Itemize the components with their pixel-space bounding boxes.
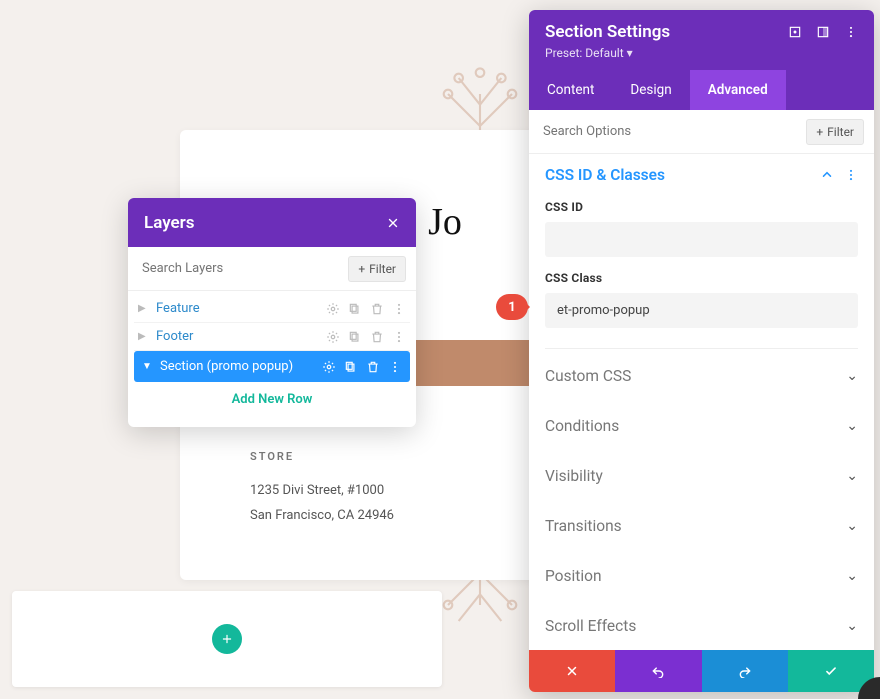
duplicate-icon[interactable] — [348, 301, 362, 316]
layers-header: Layers — [128, 198, 416, 247]
add-new-row-button[interactable]: Add New Row — [134, 382, 410, 417]
group-title: CSS ID & Classes — [545, 166, 665, 184]
chevron-down-icon: ⌄ — [846, 618, 858, 634]
chevron-down-icon: ⌄ — [846, 468, 858, 484]
layer-label[interactable]: Footer — [156, 329, 320, 344]
section-settings-panel: Section Settings Preset: Default ▾ Conte… — [529, 10, 874, 692]
expand-icon[interactable] — [816, 24, 830, 40]
css-id-input[interactable] — [545, 222, 858, 257]
gear-icon[interactable] — [326, 301, 340, 316]
layer-row-selected[interactable]: ▼ Section (promo popup) — [134, 351, 410, 382]
duplicate-icon[interactable] — [344, 359, 358, 374]
settings-title: Section Settings — [545, 22, 670, 42]
redo-icon — [738, 664, 752, 678]
layers-title: Layers — [144, 213, 195, 233]
add-section-bar — [12, 591, 442, 687]
section-transitions[interactable]: Transitions⌄ — [529, 501, 874, 551]
settings-tabs: Content Design Advanced — [529, 70, 874, 110]
chevron-down-icon: ⌄ — [846, 568, 858, 584]
preset-dropdown[interactable]: Preset: Default ▾ — [545, 46, 858, 60]
css-class-field: CSS Class — [529, 261, 874, 332]
more-icon[interactable] — [844, 168, 858, 183]
store-column: STORE 1235 Divi Street, #1000 San Franci… — [250, 450, 394, 528]
trash-icon[interactable] — [370, 329, 384, 344]
store-line1: 1235 Divi Street, #1000 — [250, 479, 394, 504]
plus-small-icon: + — [358, 262, 365, 276]
plus-small-icon: + — [816, 125, 823, 139]
css-id-label: CSS ID — [545, 200, 858, 214]
duplicate-icon[interactable] — [348, 329, 362, 344]
settings-filter-label: Filter — [827, 125, 854, 139]
chevron-down-icon: ⌄ — [846, 368, 858, 384]
settings-filter-button[interactable]: + Filter — [806, 119, 864, 145]
more-icon[interactable] — [388, 359, 402, 374]
tab-content[interactable]: Content — [529, 70, 612, 110]
undo-button[interactable] — [615, 650, 701, 692]
tab-advanced[interactable]: Advanced — [690, 70, 786, 110]
gear-icon[interactable] — [322, 359, 336, 374]
trash-icon[interactable] — [366, 359, 380, 374]
section-visibility[interactable]: Visibility⌄ — [529, 451, 874, 501]
settings-body: CSS ID & Classes CSS ID CSS Class Custom… — [529, 154, 874, 650]
add-section-button[interactable] — [212, 624, 242, 654]
section-custom-css[interactable]: Custom CSS⌄ — [529, 351, 874, 401]
section-conditions[interactable]: Conditions⌄ — [529, 401, 874, 451]
layer-row[interactable]: ▶ Footer — [134, 323, 410, 351]
layers-filter-button[interactable]: + Filter — [348, 256, 406, 282]
store-line2: San Francisco, CA 24946 — [250, 504, 394, 529]
caret-right-icon: ▶ — [138, 331, 150, 342]
tab-design[interactable]: Design — [612, 70, 689, 110]
css-id-field: CSS ID — [529, 190, 874, 261]
layers-list: ▶ Feature ▶ Footer ▼ Section (promo popu… — [128, 291, 416, 427]
gear-icon[interactable] — [326, 329, 340, 344]
redo-button[interactable] — [702, 650, 788, 692]
layer-label[interactable]: Feature — [156, 301, 320, 316]
store-heading: STORE — [250, 450, 394, 463]
settings-search-row: + Filter — [529, 110, 874, 154]
chevron-down-icon: ⌄ — [846, 518, 858, 534]
settings-footer — [529, 650, 874, 692]
trash-icon[interactable] — [370, 301, 384, 316]
undo-icon — [651, 664, 665, 678]
collapse-icon[interactable] — [820, 168, 834, 183]
plus-icon — [220, 632, 234, 646]
settings-header: Section Settings Preset: Default ▾ — [529, 10, 874, 70]
layers-close-button[interactable] — [386, 212, 400, 233]
more-icon[interactable] — [392, 301, 406, 316]
layers-filter-label: Filter — [369, 262, 396, 276]
layer-row[interactable]: ▶ Feature — [134, 295, 410, 323]
more-icon[interactable] — [392, 329, 406, 344]
discard-button[interactable] — [529, 650, 615, 692]
css-class-label: CSS Class — [545, 271, 858, 285]
responsive-preview-icon[interactable] — [788, 24, 802, 40]
more-icon[interactable] — [844, 24, 858, 40]
settings-search-input[interactable] — [539, 118, 798, 145]
section-scroll-effects[interactable]: Scroll Effects⌄ — [529, 601, 874, 650]
layers-search-row: + Filter — [128, 247, 416, 291]
divider — [545, 348, 858, 349]
callout-pin-1: 1 — [496, 294, 528, 320]
caret-right-icon: ▶ — [138, 303, 150, 314]
section-position[interactable]: Position⌄ — [529, 551, 874, 601]
close-icon — [565, 664, 579, 678]
layer-label[interactable]: Section (promo popup) — [160, 359, 316, 374]
layers-panel: Layers + Filter ▶ Feature ▶ Footer — [128, 198, 416, 427]
chevron-down-icon: ⌄ — [846, 418, 858, 434]
layers-search-input[interactable] — [138, 255, 340, 282]
css-class-input[interactable] — [545, 293, 858, 328]
check-icon — [824, 664, 838, 678]
group-css-id-classes[interactable]: CSS ID & Classes — [529, 154, 874, 190]
caret-down-icon: ▼ — [142, 361, 154, 372]
close-icon — [386, 216, 400, 230]
